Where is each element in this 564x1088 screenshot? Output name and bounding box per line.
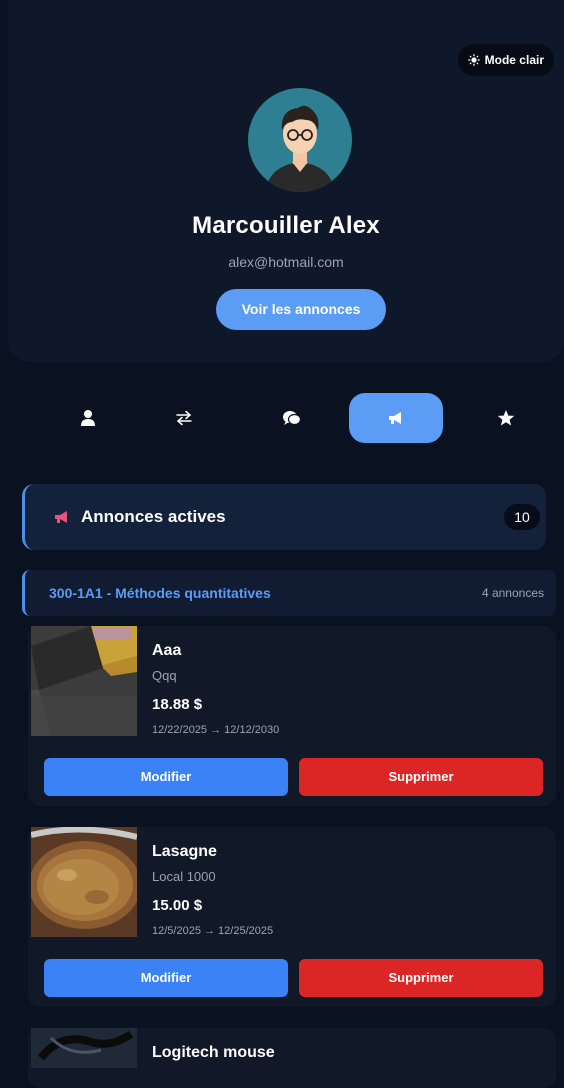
tab-exchanges[interactable] [154, 393, 214, 443]
tab-messages[interactable] [262, 393, 322, 443]
listing-card: Logitech mouse [28, 1028, 556, 1088]
theme-toggle-button[interactable]: Mode clair [457, 44, 554, 76]
listing-thumbnail [31, 626, 137, 736]
profile-email: alex@hotmail.com [228, 254, 344, 270]
swap-arrows-icon [176, 410, 192, 426]
listing-subtitle: Qqq [152, 668, 177, 683]
edit-button[interactable]: Modifier [44, 758, 288, 796]
listings-count-badge: 10 [504, 504, 540, 530]
listing-card: Lasagne Local 1000 15.00 $ 12/5/2025 → 1… [28, 827, 556, 1007]
chat-bubbles-icon [283, 411, 302, 426]
listing-thumbnail [31, 827, 137, 937]
tab-listings[interactable] [349, 393, 443, 443]
listing-dates: 12/5/2025 → 12/25/2025 [152, 925, 274, 937]
listing-thumbnail [31, 1028, 137, 1068]
megaphone-icon [55, 511, 67, 523]
delete-button[interactable]: Supprimer [299, 758, 543, 796]
theme-toggle-label: Mode clair [484, 53, 544, 67]
delete-button[interactable]: Supprimer [299, 959, 543, 997]
course-listing-count: 4 annonces [481, 586, 544, 600]
view-listings-button[interactable]: Voir les annonces [216, 289, 386, 330]
tab-bar [0, 393, 564, 443]
active-listings-header: Annonces actives 10 [22, 484, 546, 550]
avatar [248, 88, 352, 192]
listing-subtitle: Local 1000 [152, 869, 216, 884]
listing-price: 15.00 $ [152, 897, 203, 914]
edit-button[interactable]: Modifier [44, 959, 288, 997]
listing-card: Aaa Qqq 18.88 $ 12/22/2025 → 12/12/2030 … [28, 626, 556, 806]
star-icon [497, 410, 515, 426]
section-title: Annonces actives [81, 507, 226, 526]
profile-name: Marcouiller Alex [192, 212, 380, 239]
megaphone-icon [389, 412, 401, 424]
listing-price: 18.88 $ [152, 696, 203, 713]
profile-header: Mode clair Marcouiller Alex alex@hotmail… [8, 0, 564, 362]
listing-title: Logitech mouse [152, 1044, 275, 1061]
course-group-header[interactable]: 300-1A1 - Méthodes quantitatives 4 annon… [22, 570, 556, 616]
listing-dates: 12/22/2025 → 12/12/2030 [152, 724, 280, 736]
sun-icon [467, 54, 480, 66]
tab-favorites[interactable] [476, 393, 536, 443]
course-title: 300-1A1 - Méthodes quantitatives [49, 585, 271, 601]
tab-profile[interactable] [58, 393, 118, 443]
listing-title: Aaa [152, 642, 182, 659]
listing-title: Lasagne [152, 843, 217, 860]
user-icon [81, 410, 95, 426]
